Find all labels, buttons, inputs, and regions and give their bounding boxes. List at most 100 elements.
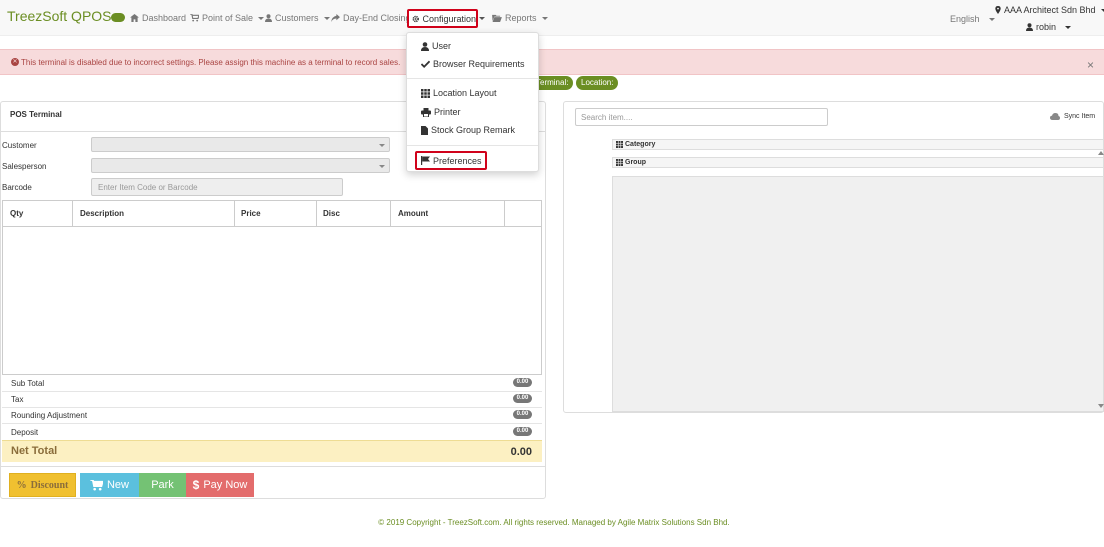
scroll-down-arrow[interactable] [1098,404,1104,408]
summary-divider [2,391,542,392]
nav-reports-label: Reports [505,13,537,23]
menu-item-user-label: User [432,41,452,51]
top-navbar: TreezSoft QPOS Dashboard Point of Sale C… [0,0,1104,36]
salesperson-select[interactable] [91,158,390,173]
sync-item-label: Sync Item [1064,113,1096,120]
user-icon [265,14,272,22]
table-header-divider [2,226,542,227]
language-select[interactable]: English [950,14,995,24]
chevron-down-icon [323,16,330,20]
barcode-label: Barcode [2,183,32,192]
grid-icon [616,159,623,166]
menu-item-stock-group-remark[interactable]: Stock Group Remark [421,125,515,135]
chevron-down-icon [541,16,548,20]
times-circle-icon: ✕ [11,58,19,66]
new-button[interactable]: New [80,473,139,497]
column-divider [316,200,317,227]
nav-customers[interactable]: Customers [265,13,330,23]
error-alert: ✕ This terminal is disabled due to incor… [0,49,1104,75]
column-header-amount: Amount [398,209,429,218]
dollar-icon: $ [192,478,200,492]
check-icon [421,60,430,68]
brand-logo[interactable]: TreezSoft QPOS [7,8,112,24]
nav-dashboard-label: Dashboard [142,13,187,23]
company-select[interactable]: AAA Architect Sdn Bhd [995,5,1104,15]
user-icon [1026,23,1033,31]
cloud-icon [1050,113,1060,120]
nav-point-of-sale-label: Point of Sale [202,13,254,23]
configuration-dropdown: User Browser Requirements Location Layou… [406,32,539,172]
column-header-qty: Qty [10,209,24,218]
column-header-disc: Disc [323,209,340,218]
menu-item-browser-requirements-label: Browser Requirements [433,59,525,69]
search-item-input[interactable] [575,108,828,126]
alert-close-button[interactable]: × [1087,58,1094,72]
summary-divider [2,407,542,408]
menu-item-location-layout[interactable]: Location Layout [421,88,497,98]
tax-value: 0.00 [513,394,532,403]
rounding-adjustment-label: Rounding Adjustment [11,411,88,420]
gear-icon [412,15,419,22]
chevron-down-icon [479,17,485,20]
language-label: English [950,14,980,24]
nav-point-of-sale[interactable]: Point of Sale [190,13,265,23]
nav-dashboard[interactable]: Dashboard [130,13,186,23]
deposit-label: Deposit [11,428,39,437]
nav-configuration[interactable]: Configuration [407,9,478,28]
menu-divider [407,145,538,146]
nav-configuration-label: Configuration [422,13,476,24]
menu-item-user[interactable]: User [421,41,451,51]
discount-button-label: Discount [30,479,69,491]
nav-day-end-closing[interactable]: Day-End Closing [331,13,411,23]
items-grid-area [612,176,1104,412]
chevron-down-icon [1100,8,1104,12]
discount-button[interactable]: % Discount [9,473,76,497]
column-header-description: Description [80,209,125,218]
pay-now-button-label: Pay Now [203,479,248,491]
park-button-label: Park [151,479,174,491]
copyright-footer: © 2019 Copyright - TreezSoft.com. All ri… [378,518,730,527]
menu-item-printer-label: Printer [434,107,461,117]
nav-day-end-closing-label: Day-End Closing [343,13,411,23]
category-header[interactable]: Category [612,139,1104,150]
new-button-label: New [106,479,129,491]
deposit-value: 0.00 [513,427,532,436]
category-label: Category [625,141,656,148]
net-total-value: 0.00 [510,446,532,458]
pay-now-button[interactable]: $ Pay Now [186,473,254,497]
pos-terminal-title: POS Terminal [10,110,62,119]
sub-total-label: Sub Total [11,379,45,388]
cart-icon [90,479,103,491]
panel-divider [1,466,545,467]
menu-item-stock-group-remark-label: Stock Group Remark [431,125,516,135]
grid-icon [616,141,623,148]
salesperson-label: Salesperson [2,162,47,171]
barcode-input[interactable] [91,178,343,196]
column-divider [504,200,505,227]
map-marker-icon [995,6,1001,14]
percent-icon: % [16,479,27,491]
group-header[interactable]: Group [612,157,1104,168]
alert-message: This terminal is disabled due to incorre… [21,58,401,67]
menu-item-preferences[interactable]: Preferences [415,151,487,170]
cart-icon [190,14,199,22]
net-total-label: Net Total [11,445,58,457]
customer-label: Customer [2,141,37,150]
column-divider [390,200,391,227]
user-name: robin [1036,22,1057,32]
scroll-up-arrow[interactable] [1098,151,1104,155]
printer-icon [421,107,431,117]
user-menu[interactable]: robin [1026,22,1072,32]
company-label: AAA Architect Sdn Bhd [1004,5,1096,15]
menu-item-printer[interactable]: Printer [421,107,461,117]
nav-reports[interactable]: Reports [492,13,548,23]
park-button[interactable]: Park [139,473,186,497]
share-icon [331,14,340,22]
dashboard-icon [130,14,139,22]
sync-item-button[interactable]: Sync Item [1050,113,1095,120]
customer-select[interactable] [91,137,390,152]
menu-item-browser-requirements[interactable]: Browser Requirements [421,59,525,69]
chevron-down-icon [379,165,385,168]
folder-open-icon [492,14,502,22]
chevron-down-icon [1065,25,1072,29]
